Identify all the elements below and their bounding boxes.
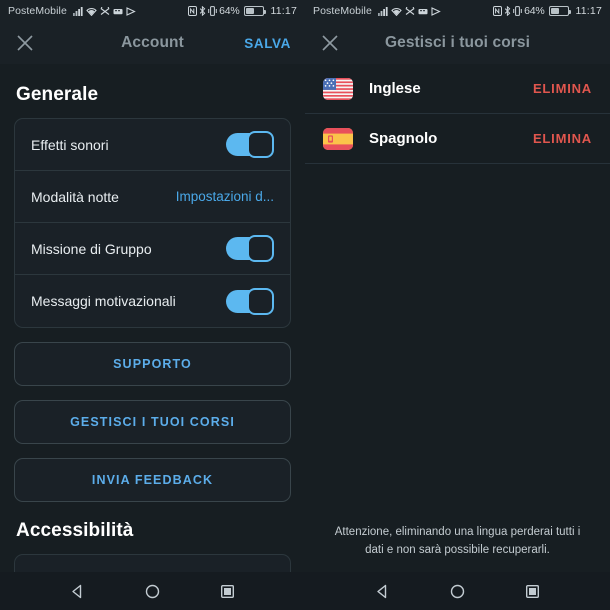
home-circle-icon[interactable] (443, 576, 473, 606)
data-transfer-icon (126, 6, 136, 16)
invia-feedback-button[interactable]: INVIA FEEDBACK (14, 458, 291, 502)
list-item-inglese[interactable]: Inglese ELIMINA (305, 64, 610, 114)
flag-usa-icon (323, 77, 353, 100)
carrier-label: PosteMobile (313, 5, 372, 17)
close-icon[interactable] (319, 32, 341, 54)
toggle-missione-di-gruppo[interactable] (226, 235, 274, 262)
vibrate-icon (513, 6, 522, 16)
toggle-knob (247, 131, 274, 158)
android-nav-bar-left (0, 572, 305, 610)
bluetooth-icon (504, 6, 511, 16)
alarm-off-icon (405, 6, 415, 16)
status-right-icons: 64% 11:17 (188, 5, 297, 17)
signal-bars-icon (377, 6, 388, 16)
phone-screen-account: PosteMobile 64% 11:17 Account SALVA Gene… (0, 0, 305, 610)
setting-value-modalita-notte[interactable]: Impostazioni d... (176, 189, 274, 204)
battery-icon (243, 6, 266, 16)
battery-icon (548, 6, 571, 16)
data-transfer-icon (431, 6, 441, 16)
settings-card-accessibilita-partial[interactable] (14, 554, 291, 572)
flag-spain-icon (323, 127, 353, 150)
battery-percent: 64% (219, 5, 240, 17)
nfc-icon (188, 6, 198, 16)
settings-content: Generale Effetti sonori Modalità notte I… (0, 64, 305, 572)
toggle-knob (247, 235, 274, 262)
bluetooth-icon (199, 6, 206, 16)
signal-bars-icon (72, 6, 83, 16)
dual-screenshot-container: PosteMobile 64% 11:17 Account SALVA Gene… (0, 0, 610, 610)
clock-label: 11:17 (270, 5, 297, 17)
toggle-messaggi-motivazionali[interactable] (226, 287, 274, 315)
data-saver-icon (418, 7, 428, 16)
status-left-icons (377, 6, 441, 16)
setting-control: Impostazioni d... (176, 189, 274, 204)
alarm-off-icon (100, 6, 110, 16)
section-title-generale: Generale (16, 84, 99, 105)
vibrate-icon (208, 6, 217, 16)
setting-label: Messaggi motivazionali (31, 293, 176, 309)
setting-control (226, 287, 274, 315)
supporto-button-label: SUPPORTO (113, 357, 192, 371)
wifi-icon (86, 7, 97, 16)
close-icon[interactable] (14, 32, 36, 54)
status-bar-left: PosteMobile 64% 11:17 (0, 0, 305, 22)
android-nav-bar-right (305, 572, 610, 610)
setting-label: Missione di Gruppo (31, 240, 152, 257)
setting-row-messaggi-motivazionali[interactable]: Messaggi motivazionali (15, 275, 290, 327)
feedback-button-label: INVIA FEEDBACK (91, 473, 214, 487)
language-name: Inglese (369, 80, 421, 97)
setting-row-effetti-sonori[interactable]: Effetti sonori (15, 119, 290, 171)
supporto-button[interactable]: SUPPORTO (14, 342, 291, 386)
back-triangle-icon[interactable] (63, 576, 93, 606)
wifi-icon (391, 7, 402, 16)
app-bar-account: Account SALVA (0, 22, 305, 64)
courses-content: Inglese ELIMINA Spagnolo ELIMINA Attenzi… (305, 64, 610, 572)
list-item-spagnolo[interactable]: Spagnolo ELIMINA (305, 114, 610, 164)
save-button[interactable]: SALVA (244, 36, 291, 51)
gestisci-i-tuoi-corsi-button[interactable]: GESTISCI I TUOI CORSI (14, 400, 291, 444)
delete-warning-note: Attenzione, eliminando una lingua perder… (334, 526, 581, 557)
app-bar-gestisci-corsi: Gestisci i tuoi corsi (305, 22, 610, 64)
page-title: Gestisci i tuoi corsi (384, 34, 531, 51)
language-name: Spagnolo (369, 130, 438, 147)
settings-card-generale: Effetti sonori Modalità notte Impostazio… (14, 118, 291, 328)
delete-language-button-spagnolo[interactable]: ELIMINA (533, 131, 592, 146)
setting-label: Effetti sonori (31, 136, 109, 153)
settings-scroll-area[interactable]: Generale Effetti sonori Modalità notte I… (0, 64, 305, 572)
setting-control (226, 235, 274, 262)
section-title-accessibilita: Accessibilità (16, 520, 134, 541)
phone-screen-gestisci-corsi: PosteMobile 64% 11:17 Gestisci i tuoi co… (305, 0, 610, 610)
status-right-icons: 64% 11:17 (493, 5, 602, 17)
clock-label: 11:17 (575, 5, 602, 17)
status-left-icons (72, 6, 136, 16)
nfc-icon (493, 6, 503, 16)
recents-square-icon[interactable] (213, 576, 243, 606)
setting-control (226, 131, 274, 158)
setting-label: Modalità notte (31, 188, 119, 205)
delete-language-button-inglese[interactable]: ELIMINA (533, 81, 592, 96)
battery-percent: 64% (524, 5, 545, 17)
recents-square-icon[interactable] (518, 576, 548, 606)
data-saver-icon (113, 7, 123, 16)
back-triangle-icon[interactable] (368, 576, 398, 606)
setting-row-modalita-notte[interactable]: Modalità notte Impostazioni d... (15, 171, 290, 223)
toggle-knob (247, 287, 274, 315)
gestisci-button-label: GESTISCI I TUOI CORSI (70, 415, 235, 429)
toggle-effetti-sonori[interactable] (226, 131, 274, 158)
carrier-label: PosteMobile (8, 5, 67, 17)
home-circle-icon[interactable] (138, 576, 168, 606)
language-list: Inglese ELIMINA Spagnolo ELIMINA (305, 64, 610, 164)
status-bar-right: PosteMobile 64% 11:17 (305, 0, 610, 22)
setting-row-missione-di-gruppo[interactable]: Missione di Gruppo (15, 223, 290, 275)
